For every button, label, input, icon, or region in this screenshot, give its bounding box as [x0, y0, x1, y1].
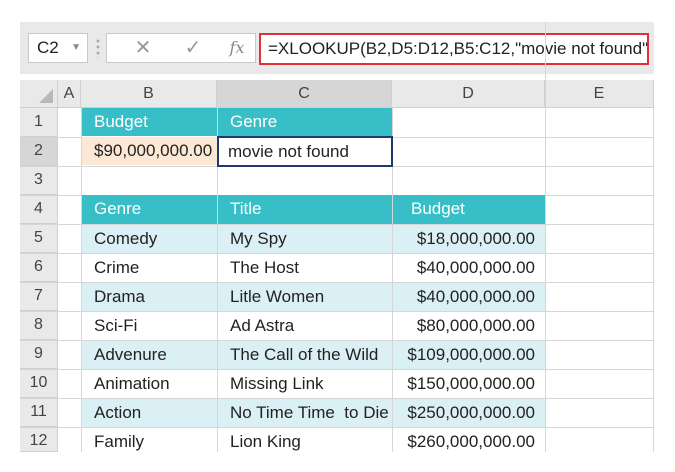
- row-header-12[interactable]: 12: [20, 427, 58, 452]
- row-header-8[interactable]: 8: [20, 311, 58, 340]
- row-header-4[interactable]: 4: [20, 195, 58, 224]
- table-cell-genre[interactable]: Crime: [82, 254, 217, 282]
- column-header-b[interactable]: B: [81, 80, 217, 108]
- table-header-budget[interactable]: Budget: [393, 195, 545, 224]
- cell-c2-selected[interactable]: movie not found: [217, 136, 393, 167]
- table-cell-genre[interactable]: Comedy: [82, 225, 217, 253]
- table-cell-genre[interactable]: Family: [82, 428, 217, 452]
- table-cell-genre[interactable]: Sci-Fi: [82, 312, 217, 340]
- table-cell-title[interactable]: Ad Astra: [218, 312, 392, 340]
- select-all-icon: [39, 89, 53, 103]
- cell-b2[interactable]: $90,000,000.00: [82, 137, 217, 165]
- table-cell-budget[interactable]: $80,000,000.00: [393, 312, 545, 340]
- column-header-c[interactable]: C: [217, 80, 392, 108]
- formula-bar: C2 ▼ ✕ ✓ fx =XLOOKUP(B2,D5:D12,B5:C12,"m…: [20, 22, 654, 74]
- table-cell-genre[interactable]: Drama: [82, 283, 217, 311]
- column-header-d[interactable]: D: [392, 80, 545, 108]
- table-header-title[interactable]: Title: [218, 195, 392, 224]
- row-header-9[interactable]: 9: [20, 340, 58, 369]
- row-header-3[interactable]: 3: [20, 166, 58, 195]
- table-header-genre[interactable]: Genre: [82, 195, 217, 224]
- chevron-down-icon[interactable]: ▼: [71, 34, 81, 62]
- row-header-7[interactable]: 7: [20, 282, 58, 311]
- table-cell-budget[interactable]: $260,000,000.00: [393, 428, 545, 452]
- spreadsheet-grid: A B C D E 1 2 3 4 5 6 7 8 9 10 11 12 Bud…: [20, 22, 654, 452]
- column-header-a[interactable]: A: [58, 80, 81, 108]
- table-cell-budget[interactable]: $250,000,000.00: [393, 399, 545, 427]
- table-cell-budget[interactable]: $150,000,000.00: [393, 370, 545, 398]
- table-cell-title[interactable]: No Time Time to Die: [218, 399, 392, 427]
- table-cell-title[interactable]: Lion King: [218, 428, 392, 452]
- column-header-e[interactable]: E: [545, 80, 654, 108]
- table-cell-budget[interactable]: $18,000,000.00: [393, 225, 545, 253]
- row-header-6[interactable]: 6: [20, 253, 58, 282]
- grid-line: [545, 22, 546, 452]
- grid-line: [653, 108, 654, 452]
- row-header-5[interactable]: 5: [20, 224, 58, 253]
- table-cell-title[interactable]: Litle Women: [218, 283, 392, 311]
- row-header-1[interactable]: 1: [20, 108, 58, 137]
- table-cell-budget[interactable]: $40,000,000.00: [393, 283, 545, 311]
- row-header-11[interactable]: 11: [20, 398, 58, 427]
- table-cell-title[interactable]: The Call of the Wild: [218, 341, 392, 369]
- cancel-icon[interactable]: ✕: [123, 34, 163, 62]
- name-box[interactable]: C2 ▼: [28, 33, 88, 63]
- select-all-corner[interactable]: [20, 80, 58, 108]
- row-header-2[interactable]: 2: [20, 137, 58, 166]
- row-header-10[interactable]: 10: [20, 369, 58, 398]
- cell-c1[interactable]: Genre: [218, 108, 392, 136]
- table-cell-genre[interactable]: Animation: [82, 370, 217, 398]
- drag-handle-icon[interactable]: [96, 38, 100, 58]
- name-box-value: C2: [37, 38, 59, 57]
- table-cell-title[interactable]: My Spy: [218, 225, 392, 253]
- cell-b1[interactable]: Budget: [82, 108, 217, 136]
- insert-function-icon[interactable]: fx: [217, 34, 257, 62]
- table-cell-budget[interactable]: $109,000,000.00: [393, 341, 545, 369]
- table-cell-genre[interactable]: Advenure: [82, 341, 217, 369]
- table-cell-budget[interactable]: $40,000,000.00: [393, 254, 545, 282]
- formula-input[interactable]: =XLOOKUP(B2,D5:D12,B5:C12,"movie not fou…: [259, 33, 649, 65]
- table-cell-genre[interactable]: Action: [82, 399, 217, 427]
- confirm-icon[interactable]: ✓: [173, 34, 213, 62]
- table-cell-title[interactable]: Missing Link: [218, 370, 392, 398]
- formula-buttons: ✕ ✓ fx: [106, 33, 256, 63]
- table-cell-title[interactable]: The Host: [218, 254, 392, 282]
